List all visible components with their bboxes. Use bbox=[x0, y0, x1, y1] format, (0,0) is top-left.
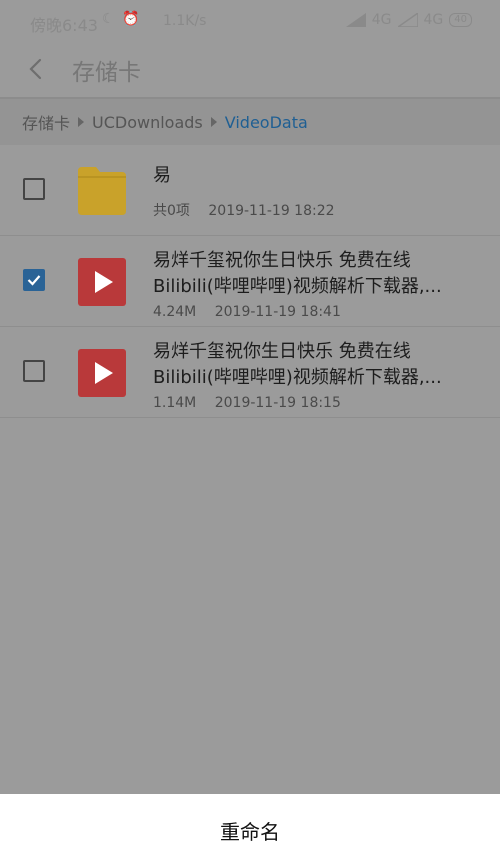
breadcrumb: 存储卡 UCDownloads VideoData bbox=[0, 99, 500, 145]
breadcrumb-item-ucdownloads[interactable]: UCDownloads bbox=[92, 113, 203, 132]
status-bar: 傍晚6:43 ☾ ⏰ 1.1K/s 4G 4G 40 bbox=[0, 0, 500, 44]
file-name: 易烊千玺祝你生日快乐 免费在线 Bilibili(哔哩哔哩)视频解析下载器,..… bbox=[153, 250, 442, 297]
file-row-video[interactable]: 易烊千玺祝你生日快乐 免费在线 Bilibili(哔哩哔哩)视频解析下载器,..… bbox=[0, 236, 500, 327]
signal-icon bbox=[345, 13, 366, 27]
file-name: 易烊千玺祝你生日快乐 免费在线 Bilibili(哔哩哔哩)视频解析下载器,..… bbox=[153, 341, 442, 388]
file-date: 2019-11-19 18:22 bbox=[208, 203, 335, 219]
alarm-icon: ⏰ bbox=[122, 11, 140, 27]
breadcrumb-arrow-icon bbox=[210, 117, 217, 127]
back-button[interactable] bbox=[20, 54, 50, 84]
row-checkbox[interactable] bbox=[23, 360, 45, 382]
network-type-1: 4G bbox=[371, 12, 392, 28]
breadcrumb-item-storage[interactable]: 存储卡 bbox=[22, 110, 70, 134]
app-bar: 存储卡 bbox=[0, 44, 500, 96]
file-list: 易 共0项 2019-11-19 18:22 易烊千玺祝你生日快乐 免费在线 B… bbox=[0, 145, 500, 418]
file-meta: 共0项 2019-11-19 18:22 bbox=[153, 200, 335, 220]
status-right: 4G 4G 40 bbox=[345, 12, 472, 28]
chevron-left-icon bbox=[29, 58, 42, 80]
network-type-2: 4G bbox=[423, 12, 444, 28]
network-speed: 1.1K/s bbox=[163, 13, 207, 29]
file-meta: 4.24M 2019-11-19 18:41 bbox=[153, 304, 341, 320]
file-row-video[interactable]: 易烊千玺祝你生日快乐 免费在线 Bilibili(哔哩哔哩)视频解析下载器,..… bbox=[0, 327, 500, 418]
file-size: 共0项 bbox=[153, 203, 190, 219]
file-size: 1.14M bbox=[153, 395, 197, 411]
breadcrumb-arrow-icon bbox=[78, 117, 85, 127]
file-meta: 1.14M 2019-11-19 18:15 bbox=[153, 395, 341, 411]
file-row-folder[interactable]: 易 共0项 2019-11-19 18:22 bbox=[0, 145, 500, 236]
folder-icon bbox=[78, 167, 126, 215]
signal-icon-2 bbox=[397, 13, 418, 27]
rename-button[interactable]: 重命名 bbox=[190, 806, 310, 855]
row-checkbox-checked[interactable] bbox=[23, 269, 45, 291]
page-title: 存储卡 bbox=[72, 60, 141, 86]
file-size: 4.24M bbox=[153, 304, 197, 320]
row-checkbox[interactable] bbox=[23, 178, 45, 200]
check-icon bbox=[27, 275, 41, 286]
breadcrumb-item-videodata[interactable]: VideoData bbox=[225, 113, 308, 132]
bottom-action-sheet: 重命名 bbox=[0, 794, 500, 866]
battery-icon: 40 bbox=[449, 13, 472, 27]
video-file-icon bbox=[78, 258, 126, 306]
status-time: 傍晚6:43 bbox=[30, 16, 98, 35]
moon-icon: ☾ bbox=[102, 11, 115, 27]
file-name: 易 bbox=[153, 165, 171, 186]
file-date: 2019-11-19 18:41 bbox=[214, 304, 341, 320]
file-date: 2019-11-19 18:15 bbox=[214, 395, 341, 411]
video-file-icon bbox=[78, 349, 126, 397]
